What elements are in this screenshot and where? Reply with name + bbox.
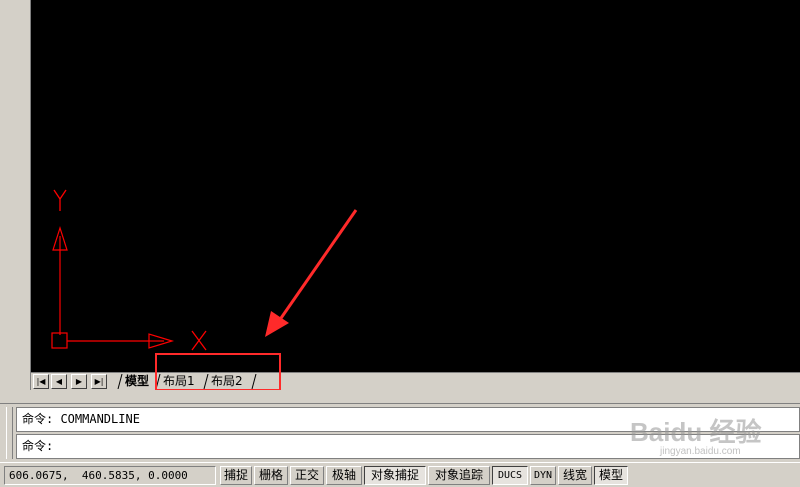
osnap-toggle[interactable]: 对象捕捉	[364, 466, 426, 485]
ducs-toggle[interactable]: DUCS	[492, 466, 528, 485]
ortho-toggle[interactable]: 正交	[290, 466, 324, 485]
command-window-grip[interactable]	[6, 407, 13, 459]
command-prompt: 命令:	[22, 439, 54, 453]
ucs-overlay	[51, 189, 358, 351]
annotation-highlight-box	[155, 353, 281, 391]
command-input[interactable]: 命令:	[16, 434, 800, 459]
snap-toggle[interactable]: 捕捉	[220, 466, 252, 485]
tab-model[interactable]: 模型	[125, 373, 149, 390]
left-scroll-strip	[0, 0, 31, 390]
prev-tab-icon[interactable]: ◀	[51, 374, 67, 389]
drawing-canvas[interactable]	[31, 0, 800, 372]
ucs-icon	[51, 226, 175, 349]
annotation-arrow	[265, 209, 358, 337]
layout-tabs-bar: |◀ ◀ ▶ ▶| 模型 布局1 布局2	[31, 372, 800, 390]
first-tab-icon[interactable]: |◀	[33, 374, 49, 389]
model-space-toggle[interactable]: 模型	[594, 466, 628, 485]
polar-toggle[interactable]: 极轴	[326, 466, 362, 485]
ucs-x-label	[191, 330, 207, 351]
last-tab-icon[interactable]: ▶|	[91, 374, 107, 389]
dyn-toggle[interactable]: DYN	[530, 466, 556, 485]
ucs-origin-box	[51, 332, 68, 349]
command-history: 命令: COMMANDLINE	[16, 407, 800, 432]
command-history-line: 命令: COMMANDLINE	[22, 412, 140, 426]
otrack-toggle[interactable]: 对象追踪	[428, 466, 490, 485]
grid-toggle[interactable]: 栅格	[254, 466, 288, 485]
command-window: 命令: COMMANDLINE 命令:	[0, 404, 800, 462]
next-tab-icon[interactable]: ▶	[71, 374, 87, 389]
ucs-y-label	[53, 189, 67, 211]
tab-divider	[117, 374, 123, 389]
coordinate-readout[interactable]: 606.0675, 460.5835, 0.0000	[4, 466, 216, 485]
status-bar: 606.0675, 460.5835, 0.0000 捕捉 栅格 正交 极轴 对…	[0, 462, 800, 487]
splitter-band[interactable]	[0, 390, 800, 404]
lineweight-toggle[interactable]: 线宽	[558, 466, 592, 485]
